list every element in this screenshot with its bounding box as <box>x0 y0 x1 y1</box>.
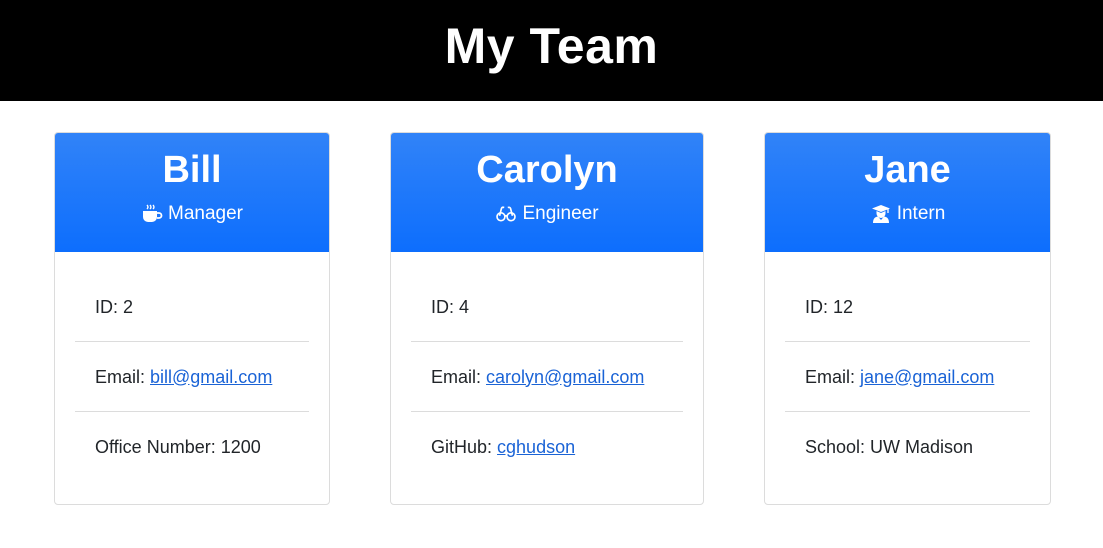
graduate-icon <box>870 204 892 224</box>
github-link[interactable]: cghudson <box>497 438 575 456</box>
github-label: GitHub: <box>431 437 493 457</box>
card-details-list: ID: 2 Email: bill@gmail.com Office Numbe… <box>55 252 329 482</box>
page-banner: My Team <box>0 0 1103 101</box>
coffee-mug-icon <box>141 204 163 224</box>
list-item-email: Email: bill@gmail.com <box>75 342 309 412</box>
employee-name: Bill <box>162 149 222 191</box>
email-link[interactable]: bill@gmail.com <box>150 368 272 386</box>
glasses-icon <box>495 204 517 224</box>
id-label: ID: <box>95 296 119 317</box>
card-header: Bill Manager <box>55 133 329 252</box>
id-value: 12 <box>833 296 854 317</box>
list-item-id: ID: 2 <box>75 272 309 342</box>
employee-role: Intern <box>765 203 1050 225</box>
employee-name: Jane <box>864 149 951 191</box>
employee-role: Engineer <box>391 203 703 225</box>
list-item-id: ID: 12 <box>785 272 1030 342</box>
school-label: School: <box>805 437 866 457</box>
employee-card-intern: Jane Intern ID: 12 Email: jane@gmail.com… <box>764 132 1051 505</box>
card-details-list: ID: 12 Email: jane@gmail.com School: UW … <box>765 252 1050 482</box>
email-label: Email: <box>95 366 146 387</box>
list-item-github: GitHub: cghudson <box>411 412 683 482</box>
page-title: My Team <box>444 17 659 74</box>
employee-name: Carolyn <box>476 149 618 191</box>
email-link[interactable]: carolyn@gmail.com <box>486 368 644 386</box>
employee-role-label: Intern <box>896 203 946 224</box>
id-value: 2 <box>123 296 134 317</box>
office-number-label: Office Number: <box>95 437 216 457</box>
employee-card-manager: Bill Manager ID: 2 Email: bill@gmail.com… <box>54 132 330 505</box>
employee-role-label: Engineer <box>522 203 599 224</box>
school-value: UW Madison <box>870 437 974 457</box>
office-number-value: 1200 <box>220 437 261 457</box>
list-item-email: Email: carolyn@gmail.com <box>411 342 683 412</box>
id-label: ID: <box>431 296 455 317</box>
employee-role-label: Manager <box>168 203 243 224</box>
list-item-school: School: UW Madison <box>785 412 1030 482</box>
email-link[interactable]: jane@gmail.com <box>860 368 994 386</box>
id-value: 4 <box>459 296 470 317</box>
card-details-list: ID: 4 Email: carolyn@gmail.com GitHub: c… <box>391 252 703 482</box>
employee-card-engineer: Carolyn Engineer ID: 4 Email: carolyn@gm… <box>390 132 704 505</box>
employee-role: Manager <box>55 203 329 225</box>
list-item-email: Email: jane@gmail.com <box>785 342 1030 412</box>
email-label: Email: <box>805 366 856 387</box>
id-label: ID: <box>805 296 829 317</box>
email-label: Email: <box>431 366 482 387</box>
card-header: Carolyn Engineer <box>391 133 703 252</box>
list-item-id: ID: 4 <box>411 272 683 342</box>
list-item-office-number: Office Number: 1200 <box>75 412 309 482</box>
card-header: Jane Intern <box>765 133 1050 252</box>
